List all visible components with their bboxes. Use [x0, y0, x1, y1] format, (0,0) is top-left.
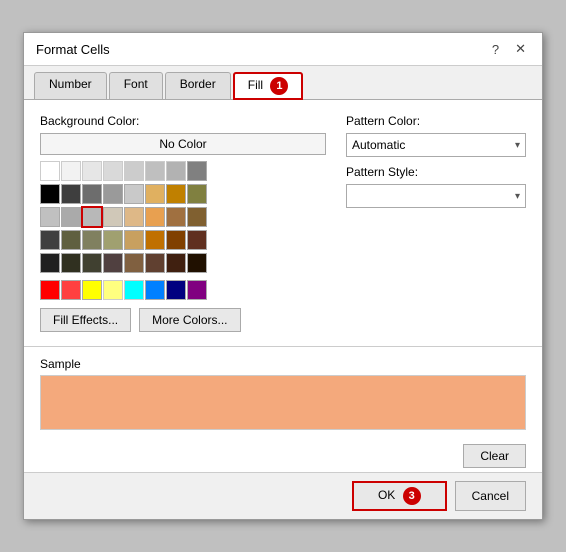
background-color-label: Background Color: — [40, 114, 326, 128]
color-cell[interactable] — [103, 207, 123, 227]
color-cell[interactable] — [166, 161, 186, 181]
color-grid-accent — [40, 280, 326, 300]
right-column: Pattern Color: Automatic ▾ Pattern Style… — [346, 114, 526, 332]
cancel-button[interactable]: Cancel — [455, 481, 526, 511]
color-cell[interactable] — [124, 230, 144, 250]
color-cell[interactable] — [40, 161, 60, 181]
color-cell[interactable] — [61, 184, 81, 204]
annotation-1: 1 — [270, 77, 288, 95]
color-cell[interactable] — [82, 230, 102, 250]
title-bar: Format Cells ? ✕ — [24, 33, 542, 66]
color-cell[interactable] — [187, 253, 207, 273]
clear-btn-row: Clear — [24, 444, 542, 472]
tab-fill[interactable]: Fill 1 — [233, 72, 304, 100]
color-cell[interactable] — [166, 280, 186, 300]
close-button[interactable]: ✕ — [511, 41, 530, 57]
color-cell[interactable] — [145, 230, 165, 250]
color-cell[interactable] — [124, 280, 144, 300]
color-grid-row-3 — [40, 207, 326, 227]
pattern-color-label: Pattern Color: — [346, 114, 526, 128]
color-cell[interactable] — [187, 161, 207, 181]
dialog-footer: OK 3 Cancel — [24, 472, 542, 519]
dialog-title: Format Cells — [36, 42, 110, 57]
color-cell[interactable] — [103, 161, 123, 181]
color-cell[interactable] — [145, 184, 165, 204]
color-cell[interactable] — [145, 161, 165, 181]
sample-section: Sample — [24, 347, 542, 444]
pattern-style-label: Pattern Style: — [346, 165, 526, 179]
color-cell[interactable] — [166, 253, 186, 273]
color-cell[interactable] — [145, 280, 165, 300]
tab-bar: Number Font Border Fill 1 — [24, 66, 542, 100]
format-cells-dialog: Format Cells ? ✕ Number Font Border Fill… — [23, 32, 543, 520]
color-cell[interactable] — [61, 207, 81, 227]
dialog-body: Background Color: No Color — [24, 100, 542, 347]
color-cell[interactable] — [187, 207, 207, 227]
color-cell[interactable] — [103, 230, 123, 250]
title-bar-controls: ? ✕ — [488, 41, 530, 57]
clear-button[interactable]: Clear — [463, 444, 526, 468]
sample-box — [40, 375, 526, 430]
color-cell-selected[interactable] — [82, 207, 102, 227]
more-colors-button[interactable]: More Colors... — [139, 308, 240, 332]
color-cell[interactable] — [166, 207, 186, 227]
color-cell[interactable] — [124, 161, 144, 181]
color-cell[interactable] — [187, 280, 207, 300]
color-cell[interactable] — [61, 280, 81, 300]
color-cell[interactable] — [40, 230, 60, 250]
left-column: Background Color: No Color — [40, 114, 326, 332]
color-cell[interactable] — [61, 230, 81, 250]
color-cell[interactable] — [124, 184, 144, 204]
tab-border[interactable]: Border — [165, 72, 231, 99]
color-cell[interactable] — [124, 253, 144, 273]
color-cell[interactable] — [82, 161, 102, 181]
pattern-style-row: ▾ — [346, 184, 526, 208]
pattern-color-value: Automatic — [352, 138, 405, 152]
color-cell[interactable] — [145, 207, 165, 227]
color-cell[interactable] — [82, 184, 102, 204]
fill-effects-button[interactable]: Fill Effects... — [40, 308, 131, 332]
annotation-3: 3 — [403, 487, 421, 505]
color-grid-row-2 — [40, 184, 326, 204]
color-cell[interactable] — [61, 253, 81, 273]
color-cell[interactable] — [187, 230, 207, 250]
sample-label: Sample — [40, 357, 526, 371]
color-grid-row-5 — [40, 253, 326, 273]
no-color-button[interactable]: No Color — [40, 133, 326, 155]
color-cell[interactable] — [82, 253, 102, 273]
tab-font[interactable]: Font — [109, 72, 163, 99]
color-cell[interactable] — [103, 253, 123, 273]
color-btn-row: Fill Effects... More Colors... — [40, 308, 326, 332]
tab-number[interactable]: Number — [34, 72, 107, 99]
color-cell[interactable] — [61, 161, 81, 181]
ok-button[interactable]: OK 3 — [352, 481, 447, 511]
pattern-color-select[interactable]: Automatic ▾ — [346, 133, 526, 157]
pattern-style-select[interactable]: ▾ — [346, 184, 526, 208]
color-cell[interactable] — [40, 253, 60, 273]
chevron-down-icon: ▾ — [515, 140, 520, 151]
color-cell[interactable] — [187, 184, 207, 204]
pattern-color-row: Automatic ▾ — [346, 133, 526, 157]
color-cell[interactable] — [82, 280, 102, 300]
color-cell[interactable] — [40, 184, 60, 204]
help-button[interactable]: ? — [488, 42, 503, 57]
color-cell[interactable] — [124, 207, 144, 227]
two-col-layout: Background Color: No Color — [40, 114, 526, 332]
color-cell[interactable] — [40, 280, 60, 300]
color-cell[interactable] — [40, 207, 60, 227]
chevron-down-icon-2: ▾ — [515, 191, 520, 202]
color-cell[interactable] — [166, 184, 186, 204]
color-cell[interactable] — [103, 280, 123, 300]
color-cell[interactable] — [145, 253, 165, 273]
color-grid-row-1 — [40, 161, 326, 181]
color-grid-row-4 — [40, 230, 326, 250]
color-cell[interactable] — [166, 230, 186, 250]
color-cell[interactable] — [103, 184, 123, 204]
